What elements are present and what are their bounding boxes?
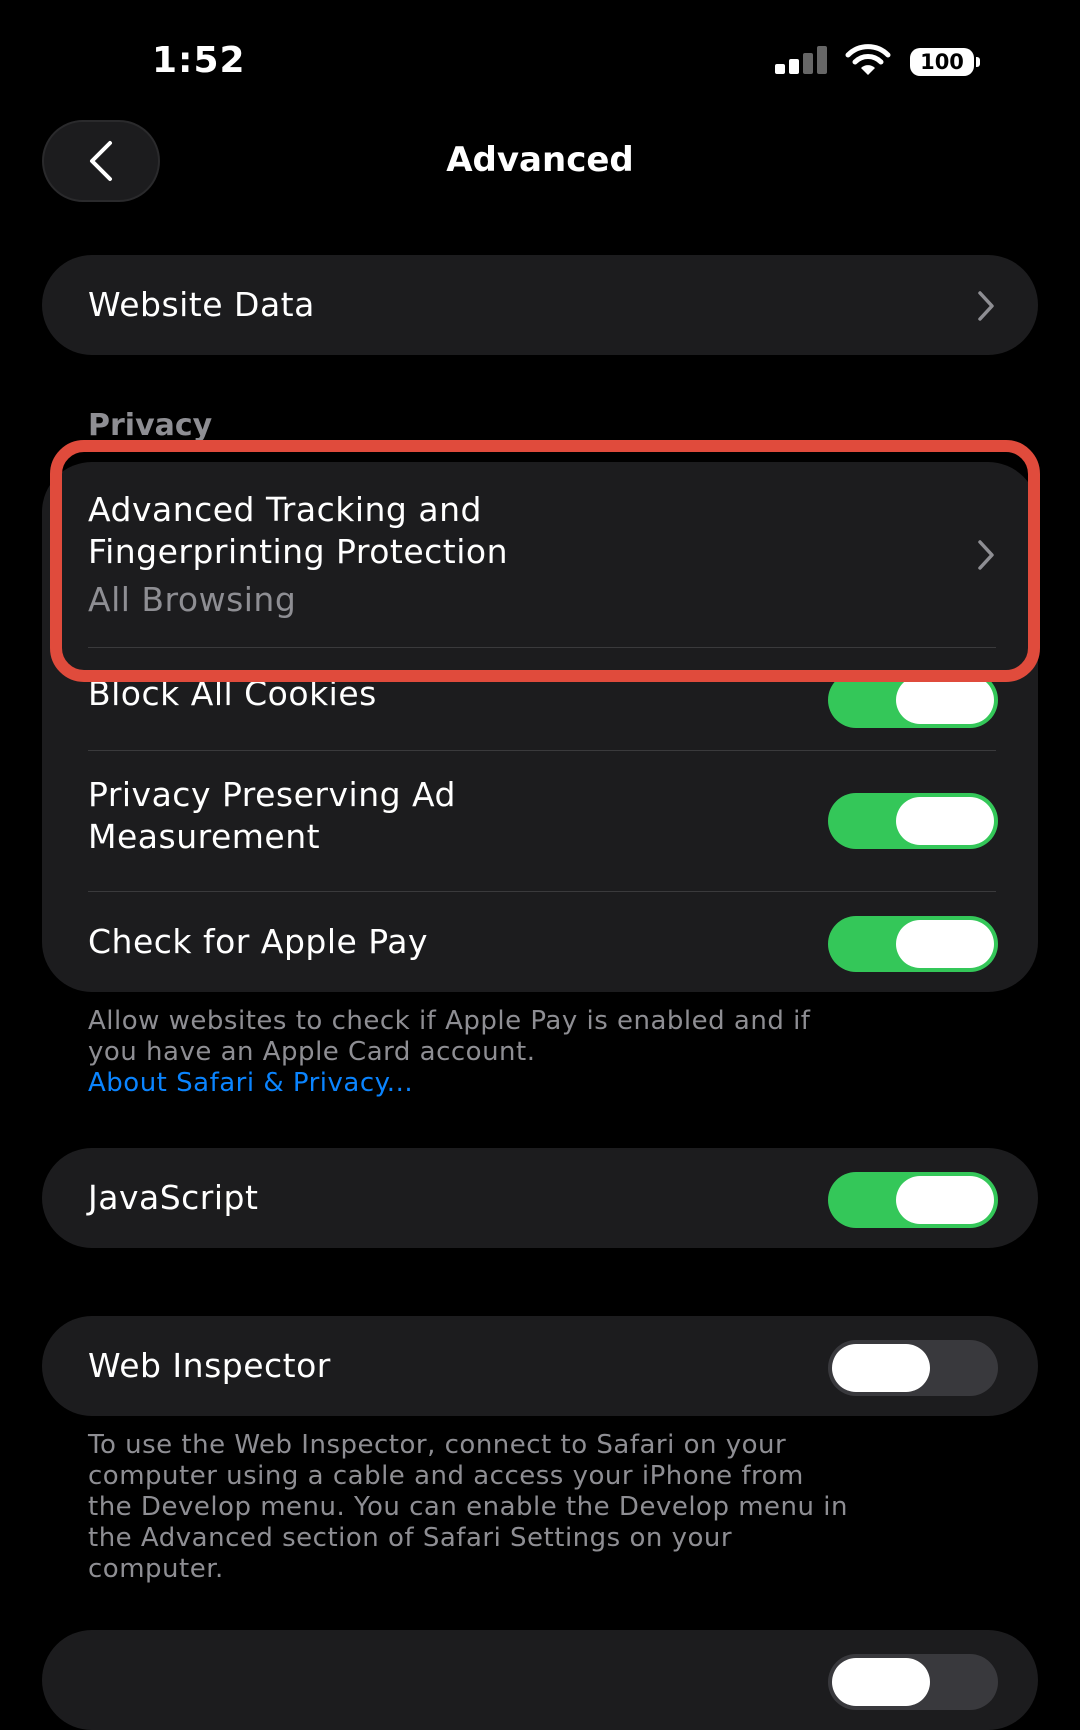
chevron-right-icon bbox=[978, 540, 994, 570]
web-inspector-footer-line: To use the Web Inspector, connect to Saf… bbox=[88, 1430, 787, 1460]
ad-measurement-toggle[interactable] bbox=[828, 793, 998, 849]
tracking-protection-row[interactable]: Advanced Tracking and Fingerprinting Pro… bbox=[42, 462, 1038, 647]
web-inspector-footer-line: the Develop menu. You can enable the Dev… bbox=[88, 1492, 848, 1522]
tracking-value: All Browsing bbox=[88, 580, 297, 619]
about-safari-privacy-link[interactable]: About Safari & Privacy... bbox=[88, 1068, 1008, 1099]
web-inspector-footer-line: computer using a cable and access your i… bbox=[88, 1461, 804, 1491]
battery-level: 100 bbox=[910, 48, 974, 76]
privacy-footer-line2: you have an Apple Card account. bbox=[88, 1037, 536, 1067]
javascript-label: JavaScript bbox=[88, 1178, 259, 1217]
wifi-icon bbox=[845, 44, 891, 75]
ad-measurement-label-line2: Measurement bbox=[88, 817, 321, 856]
privacy-footer-line1: Allow websites to check if Apple Pay is … bbox=[88, 1006, 811, 1036]
ad-measurement-label-line1: Privacy Preserving Ad bbox=[88, 775, 456, 814]
tracking-title-line1: Advanced Tracking and bbox=[88, 490, 482, 529]
web-inspector-label: Web Inspector bbox=[88, 1346, 331, 1385]
next-setting-toggle[interactable] bbox=[828, 1654, 998, 1710]
privacy-group: Advanced Tracking and Fingerprinting Pro… bbox=[42, 462, 1038, 992]
cellular-signal-icon bbox=[775, 46, 827, 74]
web-inspector-footer: To use the Web Inspector, connect to Saf… bbox=[88, 1430, 1008, 1585]
web-inspector-row[interactable]: Web Inspector bbox=[42, 1316, 1038, 1416]
website-data-label: Website Data bbox=[88, 285, 315, 324]
apple-pay-toggle[interactable] bbox=[828, 916, 998, 972]
web-inspector-footer-line: the Advanced section of Safari Settings … bbox=[88, 1523, 733, 1553]
block-cookies-toggle[interactable] bbox=[828, 672, 998, 728]
battery-icon: 100 bbox=[910, 48, 982, 76]
tracking-title-line2: Fingerprinting Protection bbox=[88, 532, 508, 571]
javascript-row[interactable]: JavaScript bbox=[42, 1148, 1038, 1248]
page-title: Advanced bbox=[446, 140, 634, 180]
block-cookies-label: Block All Cookies bbox=[88, 674, 377, 713]
privacy-section-header: Privacy bbox=[88, 408, 213, 443]
status-time: 1:52 bbox=[152, 40, 246, 81]
javascript-toggle[interactable] bbox=[828, 1172, 998, 1228]
website-data-row[interactable]: Website Data bbox=[42, 255, 1038, 355]
next-settings-row[interactable] bbox=[42, 1630, 1038, 1730]
apple-pay-label: Check for Apple Pay bbox=[88, 922, 428, 961]
web-inspector-footer-line: computer. bbox=[88, 1554, 224, 1584]
web-inspector-toggle[interactable] bbox=[828, 1340, 998, 1396]
apple-pay-row[interactable]: Check for Apple Pay bbox=[42, 892, 1038, 992]
privacy-footer: Allow websites to check if Apple Pay is … bbox=[88, 1006, 1008, 1099]
ad-measurement-row[interactable]: Privacy Preserving Ad Measurement bbox=[42, 751, 1038, 891]
block-cookies-row[interactable]: Block All Cookies bbox=[42, 648, 1038, 750]
chevron-right-icon bbox=[978, 291, 994, 321]
